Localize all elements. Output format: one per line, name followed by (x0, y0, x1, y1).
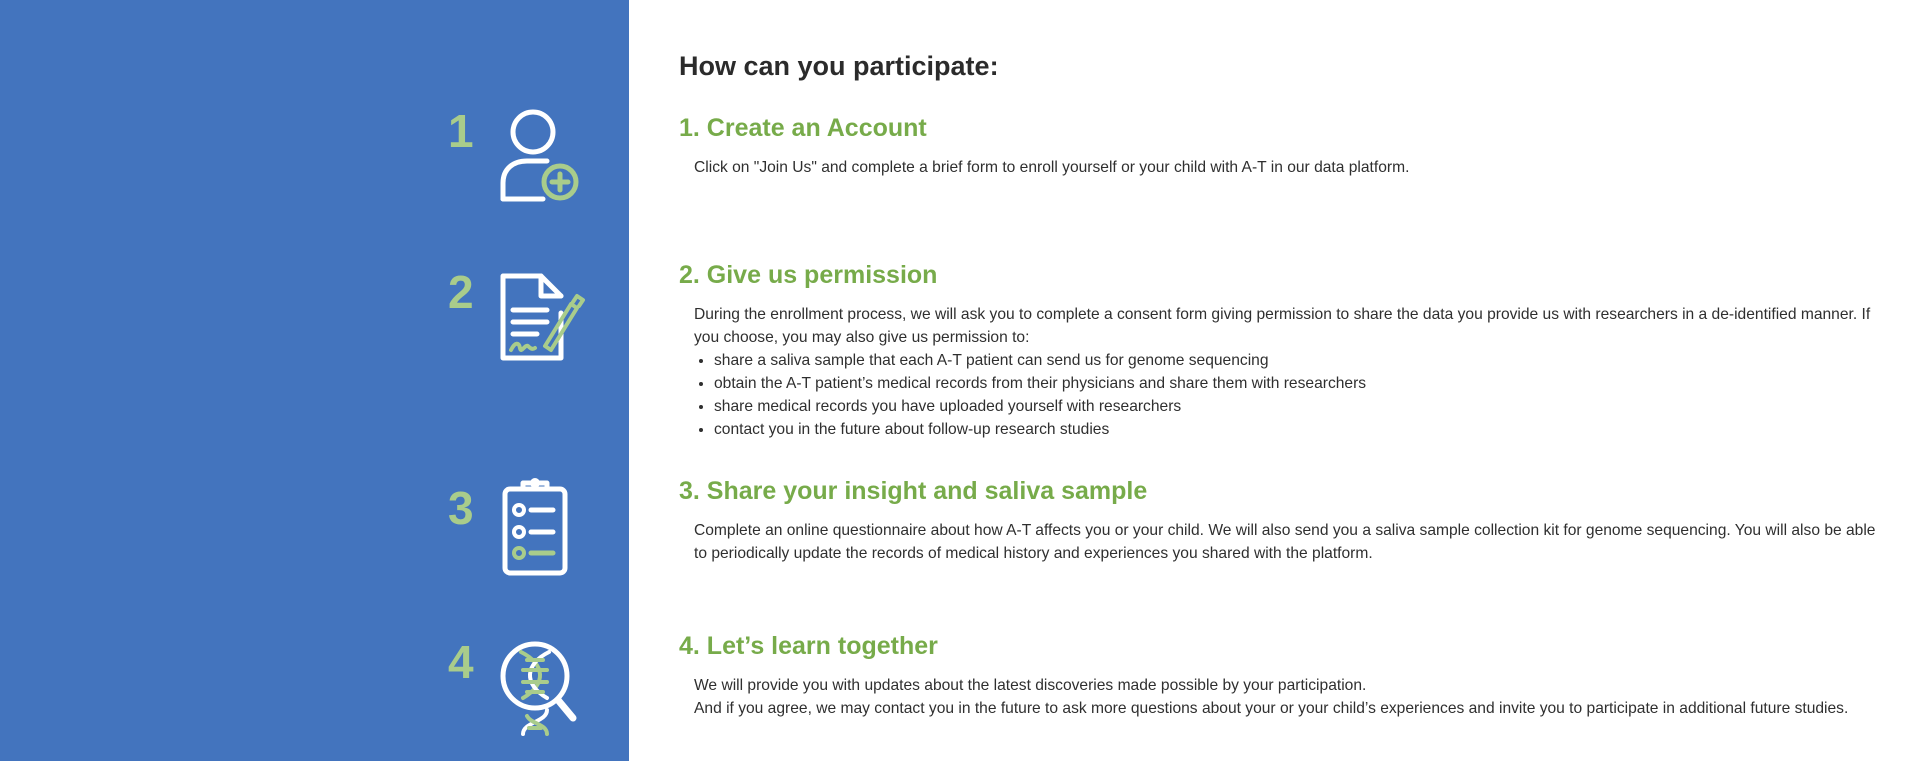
section-paragraph: And if you agree, we may contact you in … (694, 700, 1849, 717)
permission-list: share a saliva sample that each A-T pati… (694, 349, 1879, 441)
left-panel: 1 2 3 4 (0, 0, 629, 761)
section-paragraph: We will provide you with updates about t… (694, 677, 1367, 694)
section-body-give-permission: During the enrollment process, we will a… (694, 303, 1879, 441)
section-body-share-insight: Complete an online questionnaire about h… (694, 519, 1879, 565)
signed-document-icon (495, 268, 585, 368)
step-number-1: 1 (448, 105, 474, 157)
dna-magnifier-icon (495, 638, 585, 738)
section-title-share-insight: 3. Share your insight and saliva sample (679, 477, 1148, 505)
page-title: How can you participate: (679, 51, 999, 81)
section-body-create-account: Click on "Join Us" and complete a brief … (694, 156, 1879, 179)
section-title-learn-together: 4. Let’s learn together (679, 632, 938, 660)
section-title-create-account: 1. Create an Account (679, 114, 927, 142)
section-paragraph: During the enrollment process, we will a… (694, 306, 1871, 346)
list-item: share a saliva sample that each A-T pati… (714, 349, 1879, 372)
section-paragraph: Complete an online questionnaire about h… (694, 522, 1876, 562)
section-title-give-permission: 2. Give us permission (679, 261, 938, 289)
list-item: share medical records you have uploaded … (714, 395, 1879, 418)
step-number-2: 2 (448, 266, 474, 318)
list-item: contact you in the future about follow-u… (714, 418, 1879, 441)
clipboard-checklist-icon (495, 477, 585, 577)
section-body-learn-together: We will provide you with updates about t… (694, 674, 1879, 720)
step-number-3: 3 (448, 482, 474, 534)
step-number-4: 4 (448, 636, 474, 688)
list-item: obtain the A-T patient’s medical records… (714, 372, 1879, 395)
section-paragraph: Click on "Join Us" and complete a brief … (694, 159, 1410, 176)
user-add-icon (495, 107, 585, 207)
